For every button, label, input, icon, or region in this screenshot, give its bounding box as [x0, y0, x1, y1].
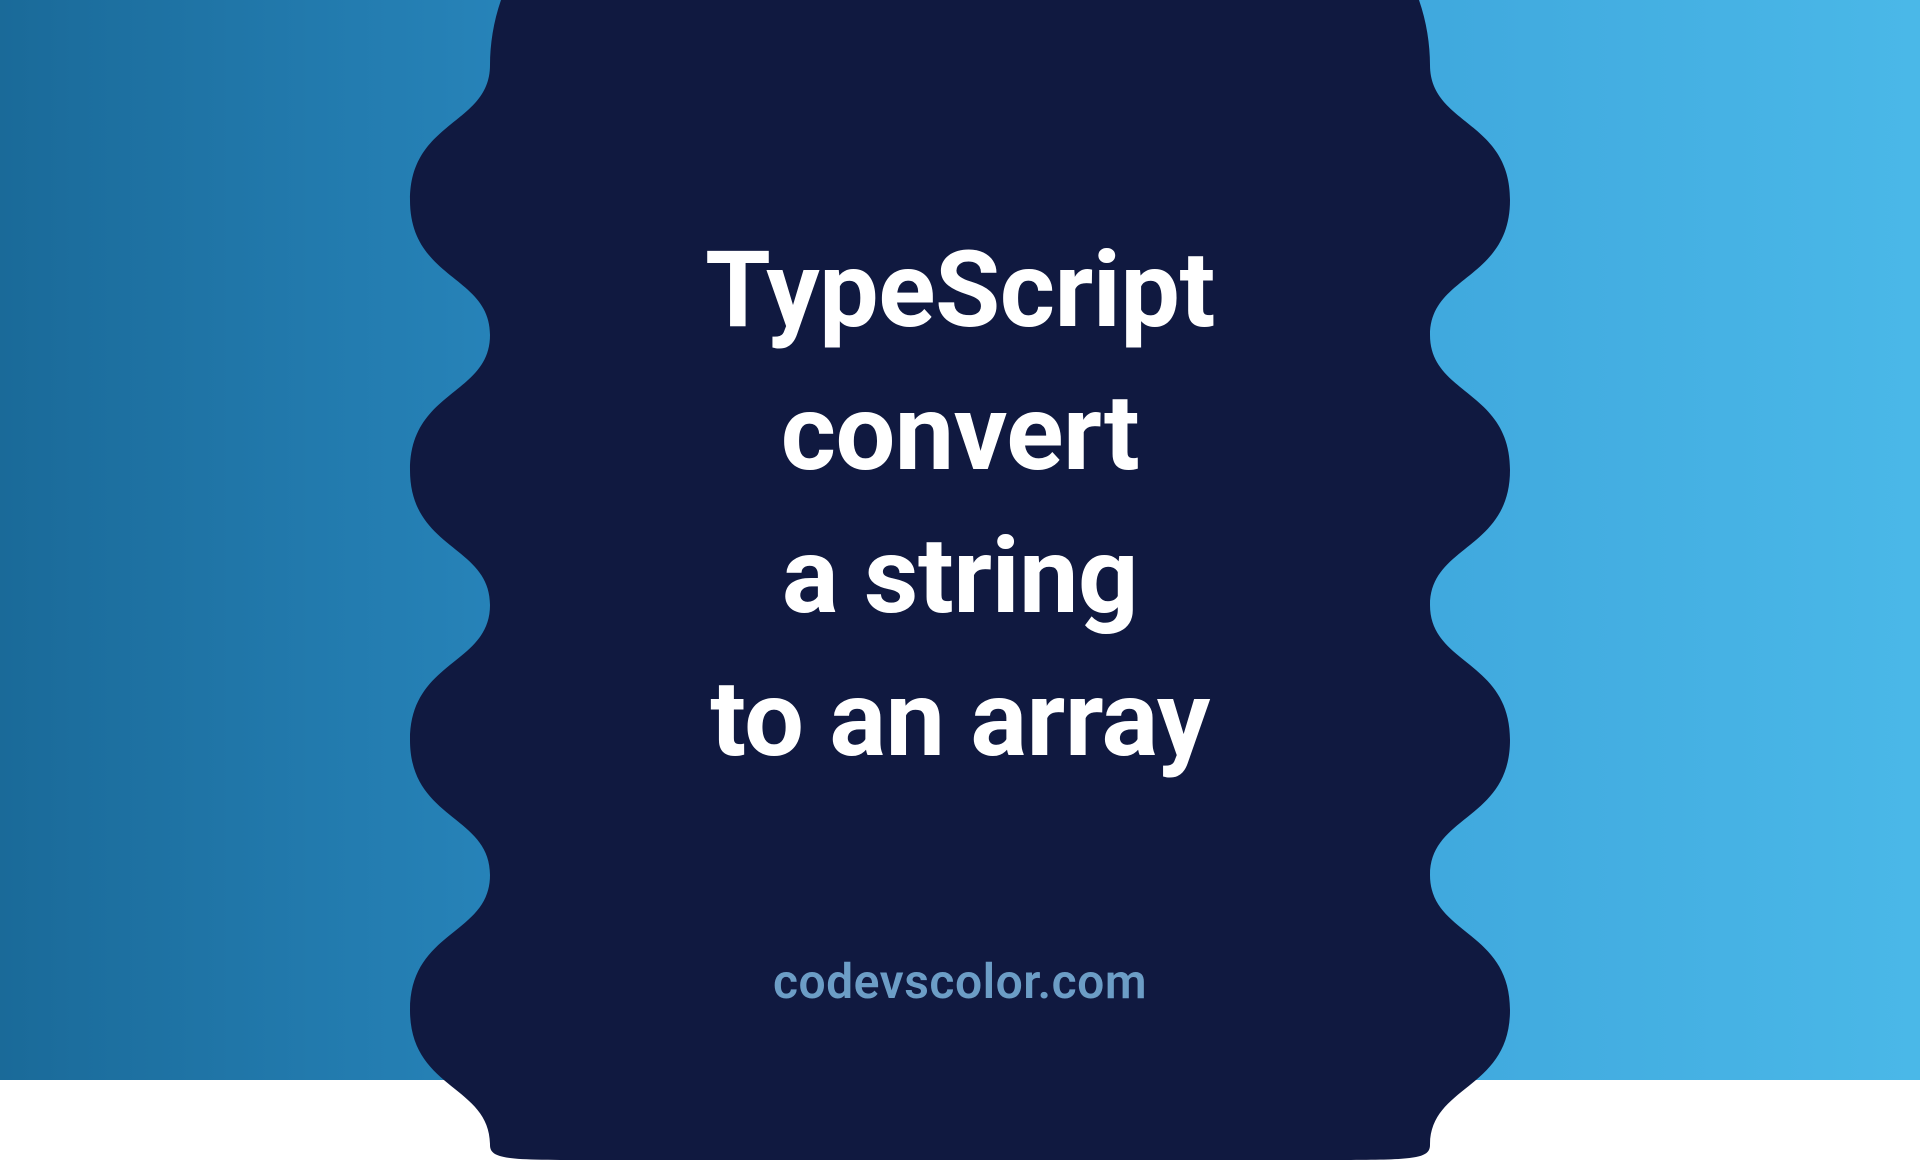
content-area: TypeScript convert a string to an array … — [0, 0, 1920, 1080]
title-line-4: to an array — [705, 648, 1215, 791]
site-label: codevscolor.com — [773, 953, 1147, 1010]
banner-canvas: TypeScript convert a string to an array … — [0, 0, 1920, 1080]
title-line-1: TypeScript — [705, 219, 1215, 362]
title-line-2: convert — [705, 362, 1215, 505]
banner-title: TypeScript convert a string to an array — [705, 219, 1215, 791]
footer: codevscolor.com — [0, 953, 1920, 1010]
title-line-3: a string — [705, 505, 1215, 648]
